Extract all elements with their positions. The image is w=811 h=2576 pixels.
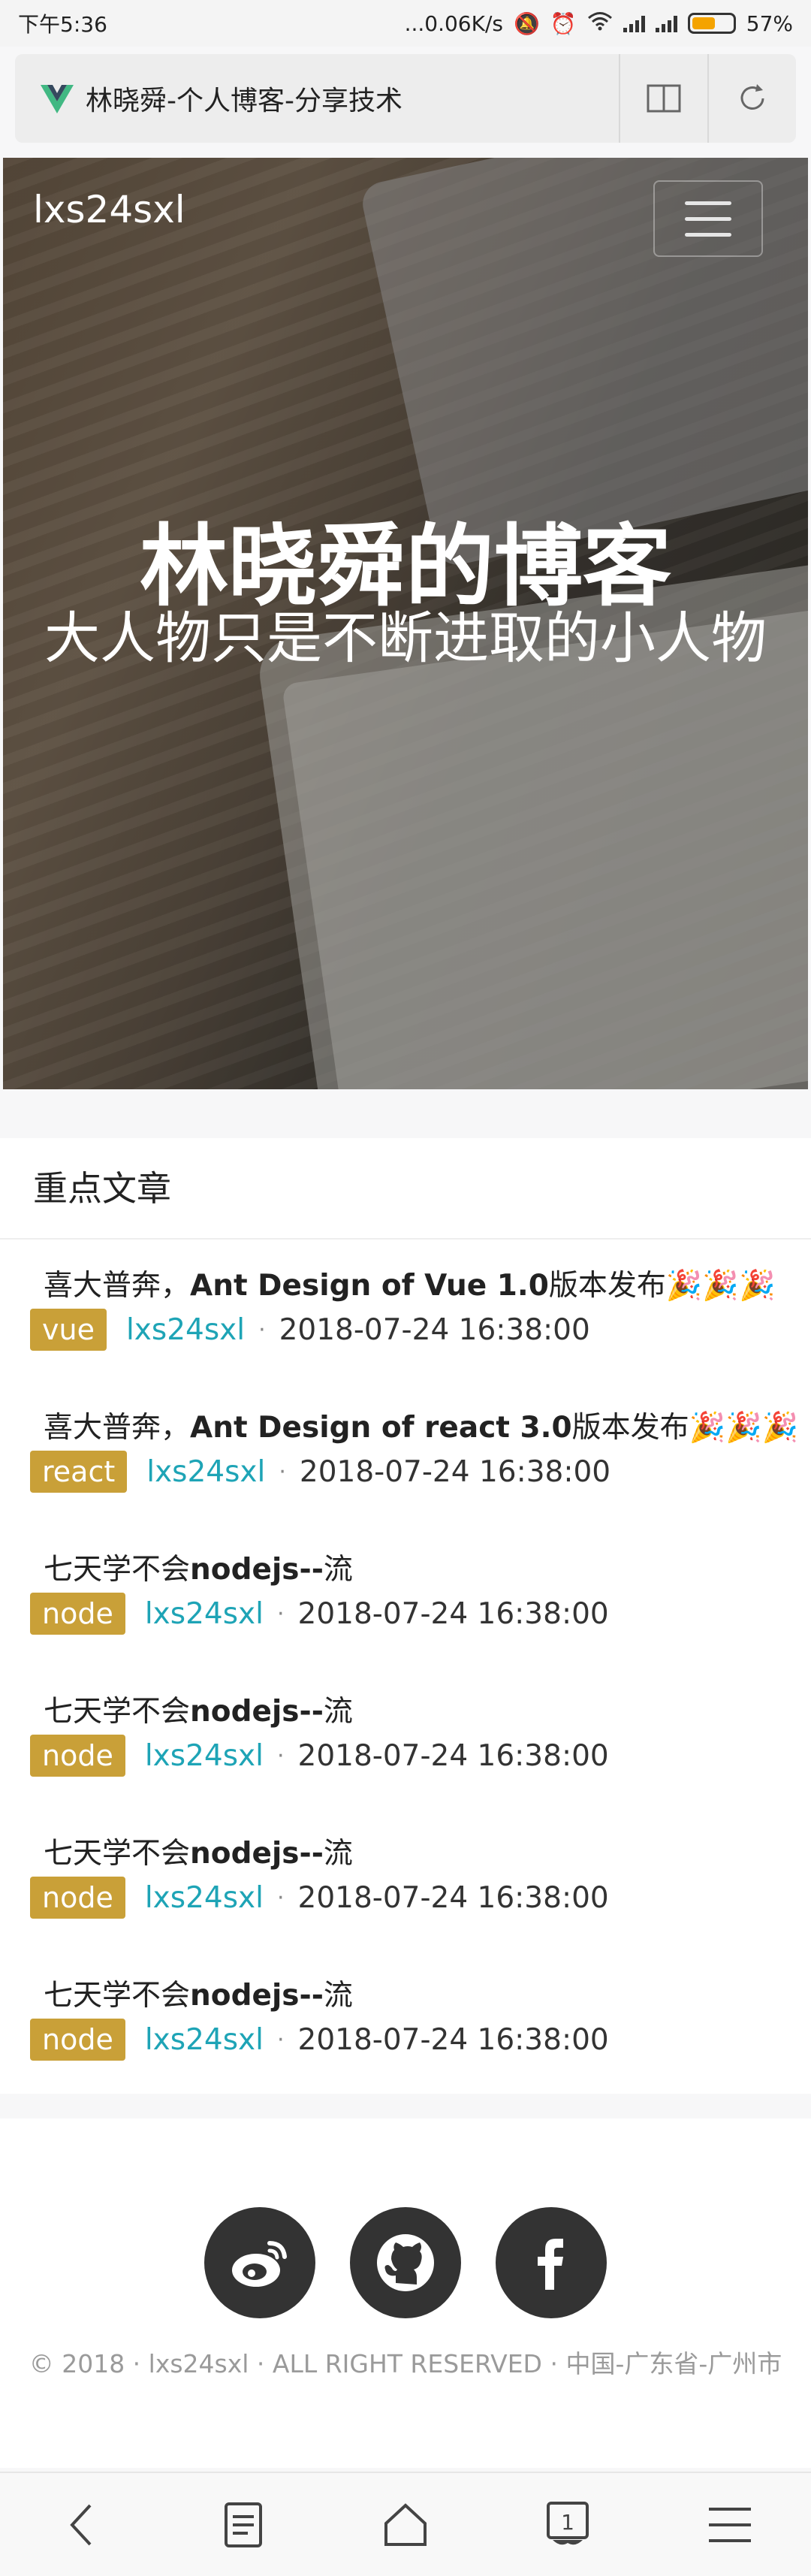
article-author[interactable]: lxs24sxl xyxy=(145,1881,264,1915)
signal-icon xyxy=(623,14,645,32)
facebook-button[interactable] xyxy=(496,2207,607,2318)
article-item[interactable]: 七天学不会nodejs--流 node lxs24sxl · 2018-07-2… xyxy=(0,1807,811,1949)
section-title: 重点文章 xyxy=(0,1138,811,1240)
article-tag[interactable]: react xyxy=(30,1451,128,1493)
article-date: 2018-07-24 16:38:00 xyxy=(297,1880,609,1915)
article-tag[interactable]: node xyxy=(30,1593,125,1635)
article-meta: node lxs24sxl · 2018-07-24 16:38:00 xyxy=(30,1877,609,1919)
weibo-button[interactable] xyxy=(204,2207,315,2318)
address-bar[interactable]: 林晓舜-个人博客-分享技术 xyxy=(15,54,796,143)
article-meta: node lxs24sxl · 2018-07-24 16:38:00 xyxy=(30,2019,609,2061)
article-meta: node lxs24sxl · 2018-07-24 16:38:00 xyxy=(30,1593,609,1635)
featured-articles: 重点文章 喜大普奔，Ant Design of Vue 1.0版本发布🎉🎉🎉 v… xyxy=(0,1138,811,2094)
menu-bar xyxy=(685,232,731,237)
signal-icon-2 xyxy=(655,14,677,32)
vue-logo-icon xyxy=(41,85,74,113)
article-author[interactable]: lxs24sxl xyxy=(145,1597,264,1631)
battery-percent: 57% xyxy=(746,11,793,36)
article-item[interactable]: 七天学不会nodejs--流 node lxs24sxl · 2018-07-2… xyxy=(0,1949,811,2091)
reload-icon xyxy=(740,84,764,110)
article-item[interactable]: 喜大普奔，Ant Design of Vue 1.0版本发布🎉🎉🎉 vue lx… xyxy=(0,1240,811,1382)
home-button[interactable] xyxy=(368,2487,443,2562)
separator-dot: · xyxy=(258,1316,266,1343)
article-date: 2018-07-24 16:38:00 xyxy=(297,1596,609,1631)
article-date: 2018-07-24 16:38:00 xyxy=(297,1738,609,1773)
site-brand[interactable]: lxs24sxl xyxy=(33,188,185,231)
article-date: 2018-07-24 16:38:00 xyxy=(297,2022,609,2057)
github-icon xyxy=(377,2234,434,2291)
article-item[interactable]: 喜大普奔，Ant Design of react 3.0版本发布🎉🎉🎉 reac… xyxy=(0,1382,811,1524)
article-tag[interactable]: vue xyxy=(30,1309,107,1351)
article-list: 喜大普奔，Ant Design of Vue 1.0版本发布🎉🎉🎉 vue lx… xyxy=(0,1240,811,2091)
menu-bar xyxy=(685,216,731,221)
weibo-icon xyxy=(232,2241,287,2287)
menu-bar xyxy=(685,201,731,205)
article-author[interactable]: lxs24sxl xyxy=(126,1313,245,1347)
article-tag[interactable]: node xyxy=(30,1735,125,1777)
separator-dot: · xyxy=(276,1600,285,1627)
tabs-icon: 1 xyxy=(547,2501,589,2544)
article-date: 2018-07-24 16:38:00 xyxy=(279,1312,590,1347)
article-author[interactable]: lxs24sxl xyxy=(145,2023,264,2057)
social-links xyxy=(0,2207,811,2318)
article-title[interactable]: 七天学不会nodejs--流 xyxy=(44,1546,353,1588)
article-meta: node lxs24sxl · 2018-07-24 16:38:00 xyxy=(30,1735,609,1777)
status-bar: 下午5:36 ...0.06K/s 🔕 ⏰ 57% xyxy=(0,0,811,47)
menu-more-button[interactable] xyxy=(692,2487,767,2562)
page-title: 林晓舜-个人博客-分享技术 xyxy=(86,86,402,116)
document-icon xyxy=(225,2502,262,2547)
article-meta: react lxs24sxl · 2018-07-24 16:38:00 xyxy=(30,1451,611,1493)
separator-dot: · xyxy=(276,1884,285,1911)
article-tag[interactable]: node xyxy=(30,1877,125,1919)
footer: © 2018 · lxs24sxl · ALL RIGHT RESERVED ·… xyxy=(0,2118,811,2468)
tabs-count: 1 xyxy=(561,2510,574,2535)
article-item[interactable]: 七天学不会nodejs--流 node lxs24sxl · 2018-07-2… xyxy=(0,1524,811,1665)
tabs-button[interactable]: 1 xyxy=(530,2487,605,2562)
home-icon xyxy=(384,2502,427,2546)
menu-button[interactable] xyxy=(653,180,763,257)
article-title[interactable]: 七天学不会nodejs--流 xyxy=(44,1830,353,1872)
article-title[interactable]: 喜大普奔，Ant Design of Vue 1.0版本发布🎉🎉🎉 xyxy=(44,1262,776,1304)
hero-subline: 大人物只是不断进取的小人物 xyxy=(44,606,767,671)
hamburger-icon xyxy=(709,2507,751,2542)
alarm-icon: ⏰ xyxy=(550,11,577,36)
back-button[interactable] xyxy=(44,2487,119,2562)
bookmarks-button[interactable] xyxy=(206,2487,281,2562)
reload-button[interactable] xyxy=(707,54,796,143)
article-author[interactable]: lxs24sxl xyxy=(146,1455,265,1489)
article-meta: vue lxs24sxl · 2018-07-24 16:38:00 xyxy=(30,1309,590,1351)
article-date: 2018-07-24 16:38:00 xyxy=(299,1454,611,1489)
mute-icon: 🔕 xyxy=(514,11,540,36)
article-title[interactable]: 七天学不会nodejs--流 xyxy=(44,1688,353,1730)
facebook-icon xyxy=(538,2239,563,2290)
article-tag[interactable]: node xyxy=(30,2019,125,2061)
hero-banner: lxs24sxl 林晓舜的博客 大人物只是不断进取的小人物 xyxy=(3,158,808,1089)
status-time: 下午5:36 xyxy=(18,12,107,37)
article-title[interactable]: 喜大普奔，Ant Design of react 3.0版本发布🎉🎉🎉 xyxy=(44,1404,798,1446)
article-author[interactable]: lxs24sxl xyxy=(145,1739,264,1773)
separator-dot: · xyxy=(276,1742,285,1769)
article-item[interactable]: 七天学不会nodejs--流 node lxs24sxl · 2018-07-2… xyxy=(0,1665,811,1807)
book-icon xyxy=(647,84,681,113)
separator-dot: · xyxy=(279,1458,286,1485)
copyright-text: © 2018 · lxs24sxl · ALL RIGHT RESERVED ·… xyxy=(29,2349,782,2378)
browser-bottom-nav: 1 xyxy=(0,2472,811,2576)
status-icons: ...0.06K/s 🔕 ⏰ 57% xyxy=(405,11,793,36)
back-arrow-icon xyxy=(70,2504,92,2545)
net-speed: ...0.06K/s xyxy=(404,11,504,36)
github-button[interactable] xyxy=(350,2207,461,2318)
separator-dot: · xyxy=(276,2026,285,2053)
reader-mode-button[interactable] xyxy=(619,54,707,143)
wifi-icon xyxy=(587,11,613,36)
article-title[interactable]: 七天学不会nodejs--流 xyxy=(44,1972,353,2014)
battery-icon xyxy=(687,13,736,34)
